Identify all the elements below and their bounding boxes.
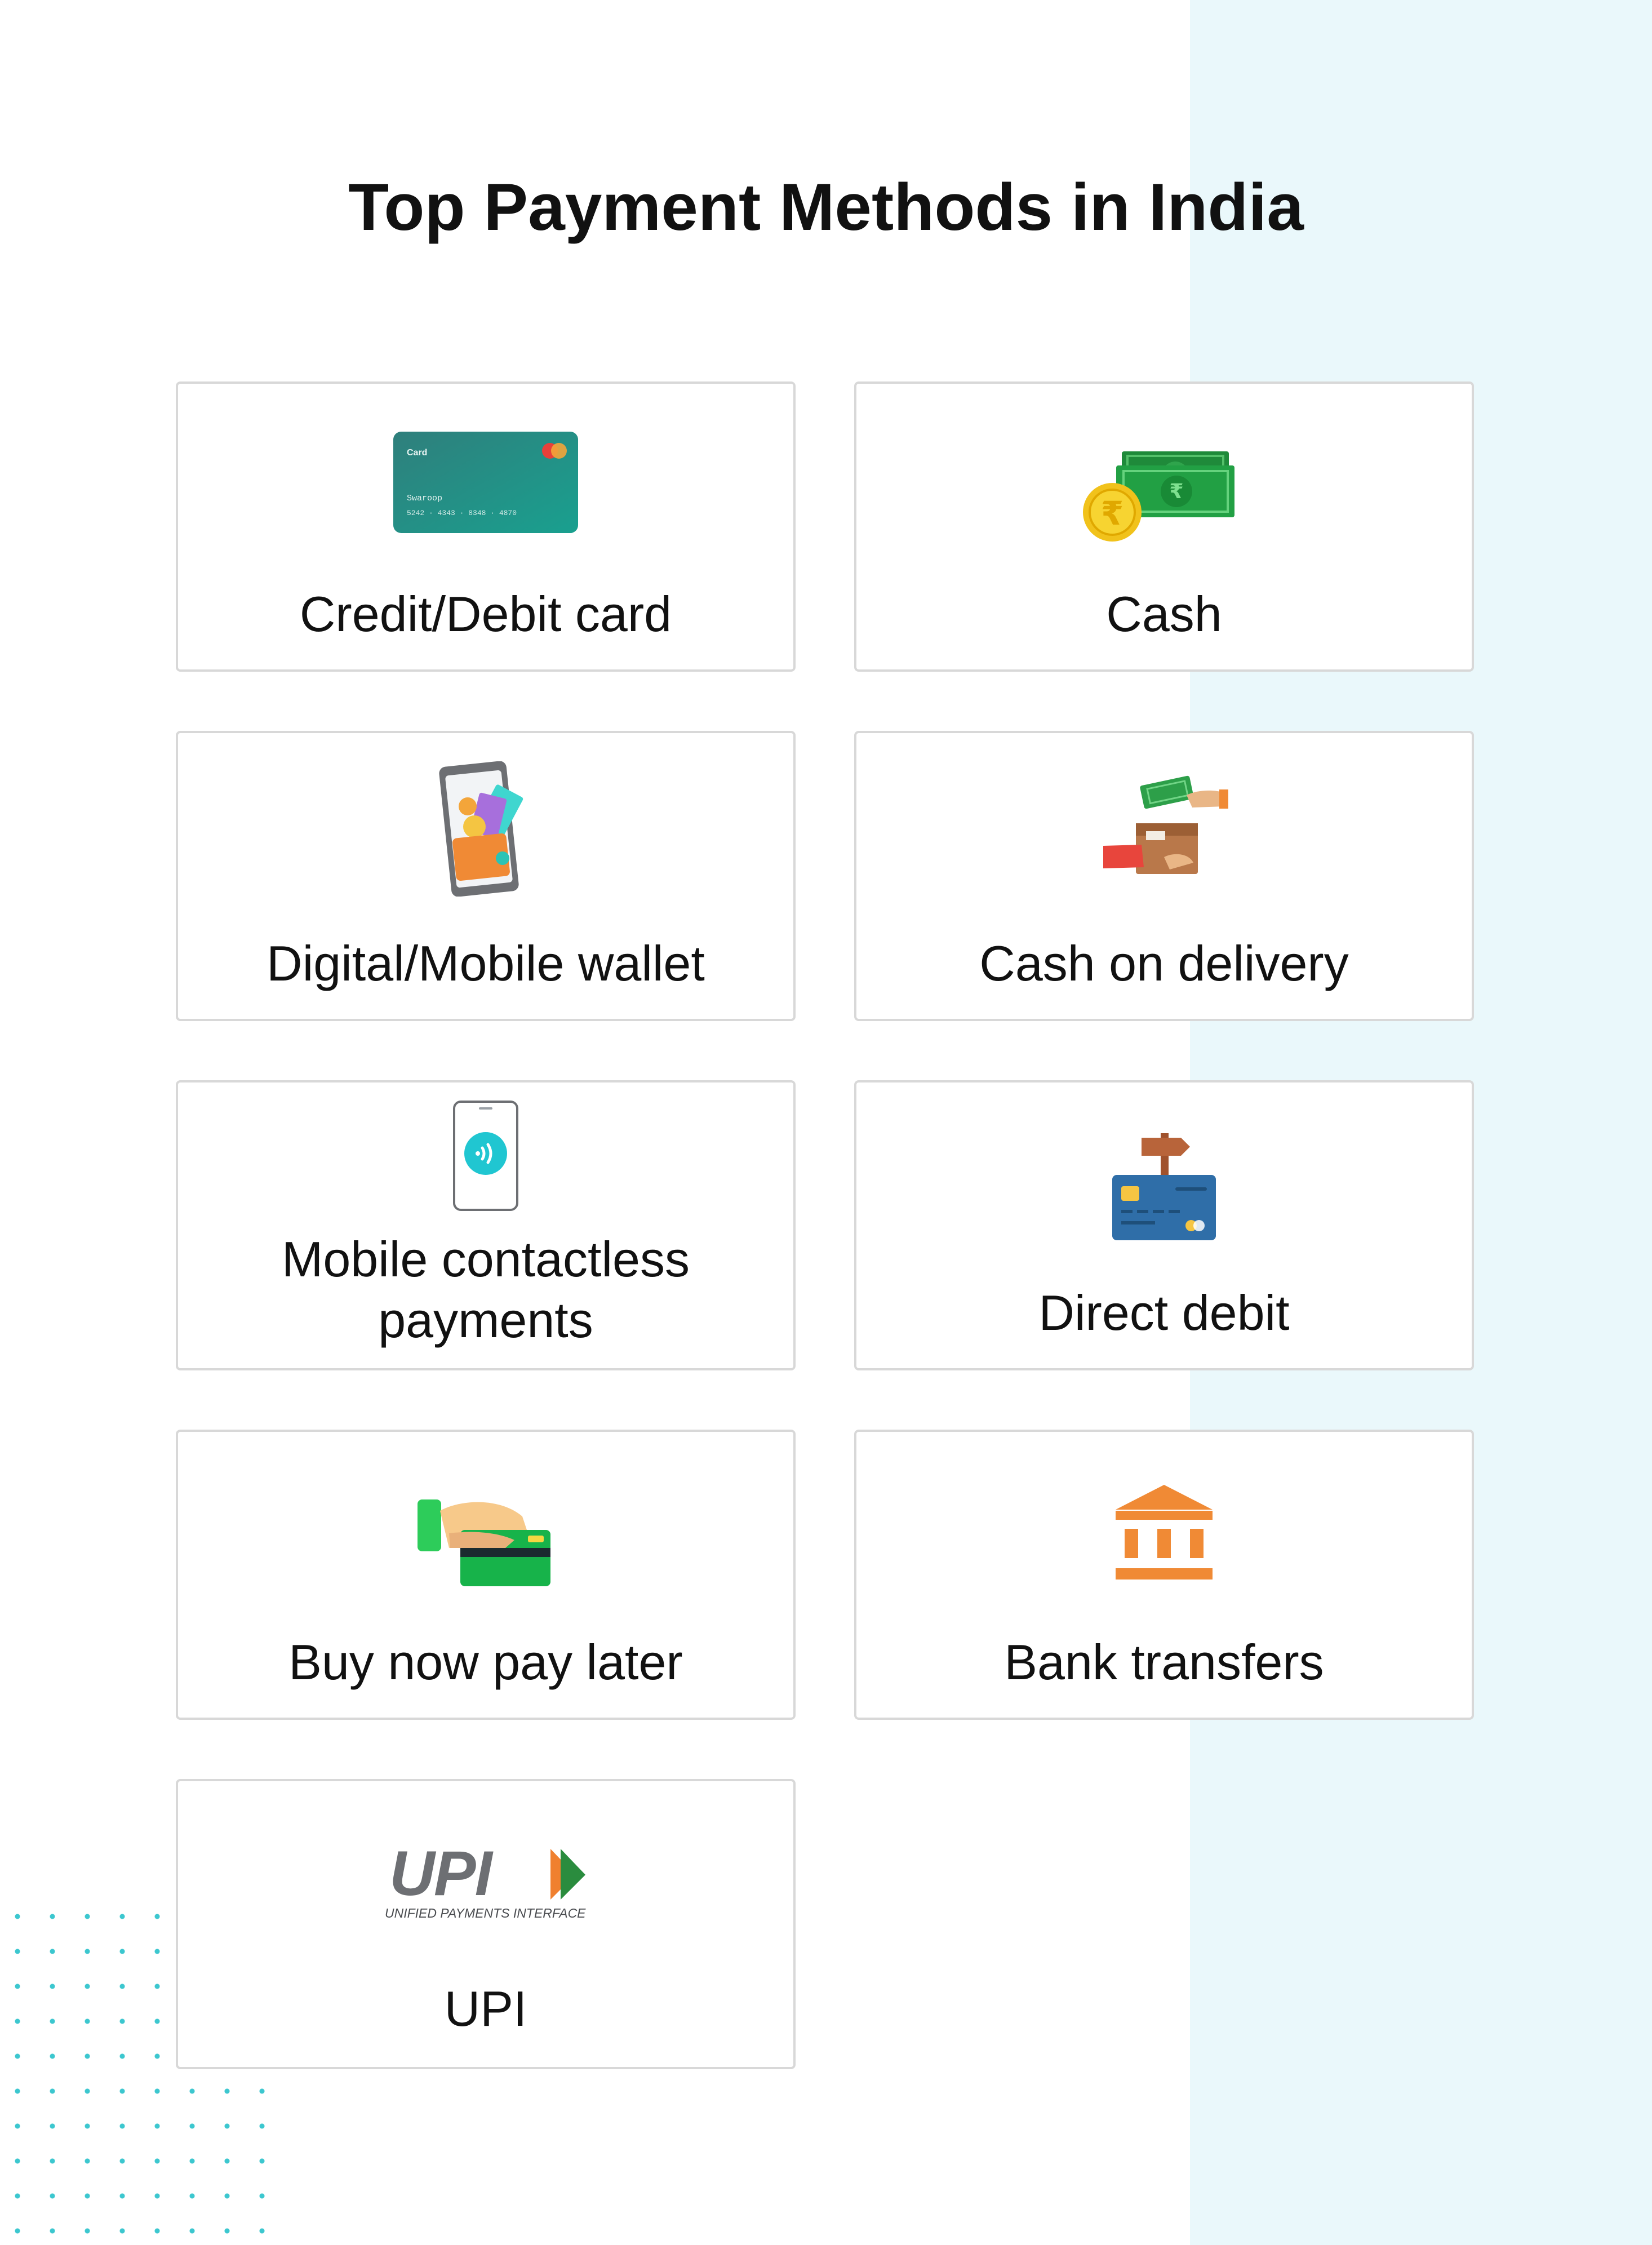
method-label-line1: Mobile contactless	[282, 1231, 690, 1287]
method-label-line2: payments	[378, 1292, 593, 1348]
svg-text:₹: ₹	[1101, 494, 1123, 533]
credit-card-icon: Card Swaroop 5242 · 4343 · 8348 · 4870	[393, 432, 578, 533]
method-label: Buy now pay later	[288, 1634, 683, 1690]
method-card-bank-transfers: Bank transfers	[854, 1430, 1474, 1720]
method-label: Bank transfers	[1004, 1634, 1324, 1690]
method-card-credit-debit: Card Swaroop 5242 · 4343 · 8348 · 4870 C…	[176, 381, 796, 672]
svg-text:₹: ₹	[1169, 480, 1183, 503]
mobile-wallet-icon	[439, 761, 523, 897]
upi-wordmark: UPI	[389, 1843, 494, 1909]
cash-on-delivery-icon	[1103, 775, 1228, 874]
method-label: Credit/Debit card	[299, 586, 672, 642]
card-art-holder: Swaroop	[407, 494, 442, 503]
hand-card-icon	[418, 1499, 550, 1586]
method-card-upi: UPI UNIFIED PAYMENTS INTERFACE UPI	[176, 1779, 796, 2069]
method-card-direct-debit: Direct debit	[854, 1080, 1474, 1370]
cash-rupee-icon: ₹ ₹	[1083, 451, 1234, 542]
method-label: Direct debit	[1038, 1285, 1290, 1341]
direct-debit-card-icon	[1112, 1133, 1216, 1240]
method-label: Cash	[1106, 586, 1222, 642]
method-card-digital-wallet: Digital/Mobile wallet	[176, 731, 796, 1021]
method-card-mobile-contactless: Mobile contactless payments	[176, 1080, 796, 1370]
contactless-phone-icon	[453, 1101, 518, 1211]
method-label: UPI	[444, 1981, 527, 2037]
method-card-cash-on-delivery: Cash on delivery	[854, 731, 1474, 1021]
upi-logo-icon: UPI UNIFIED PAYMENTS INTERFACE	[385, 1843, 586, 1920]
card-art-number: 5242 · 4343 · 8348 · 4870	[407, 509, 517, 517]
method-label: Digital/Mobile wallet	[267, 935, 705, 991]
page-title: Top Payment Methods in India	[348, 170, 1304, 245]
bank-icon	[1116, 1485, 1213, 1580]
method-card-cash: ₹ ₹ Cash	[854, 381, 1474, 672]
method-card-bnpl: Buy now pay later	[176, 1430, 796, 1720]
card-art-brand: Card	[407, 448, 427, 458]
method-label: Cash on delivery	[979, 935, 1349, 991]
upi-tagline: UNIFIED PAYMENTS INTERFACE	[385, 1906, 586, 1920]
